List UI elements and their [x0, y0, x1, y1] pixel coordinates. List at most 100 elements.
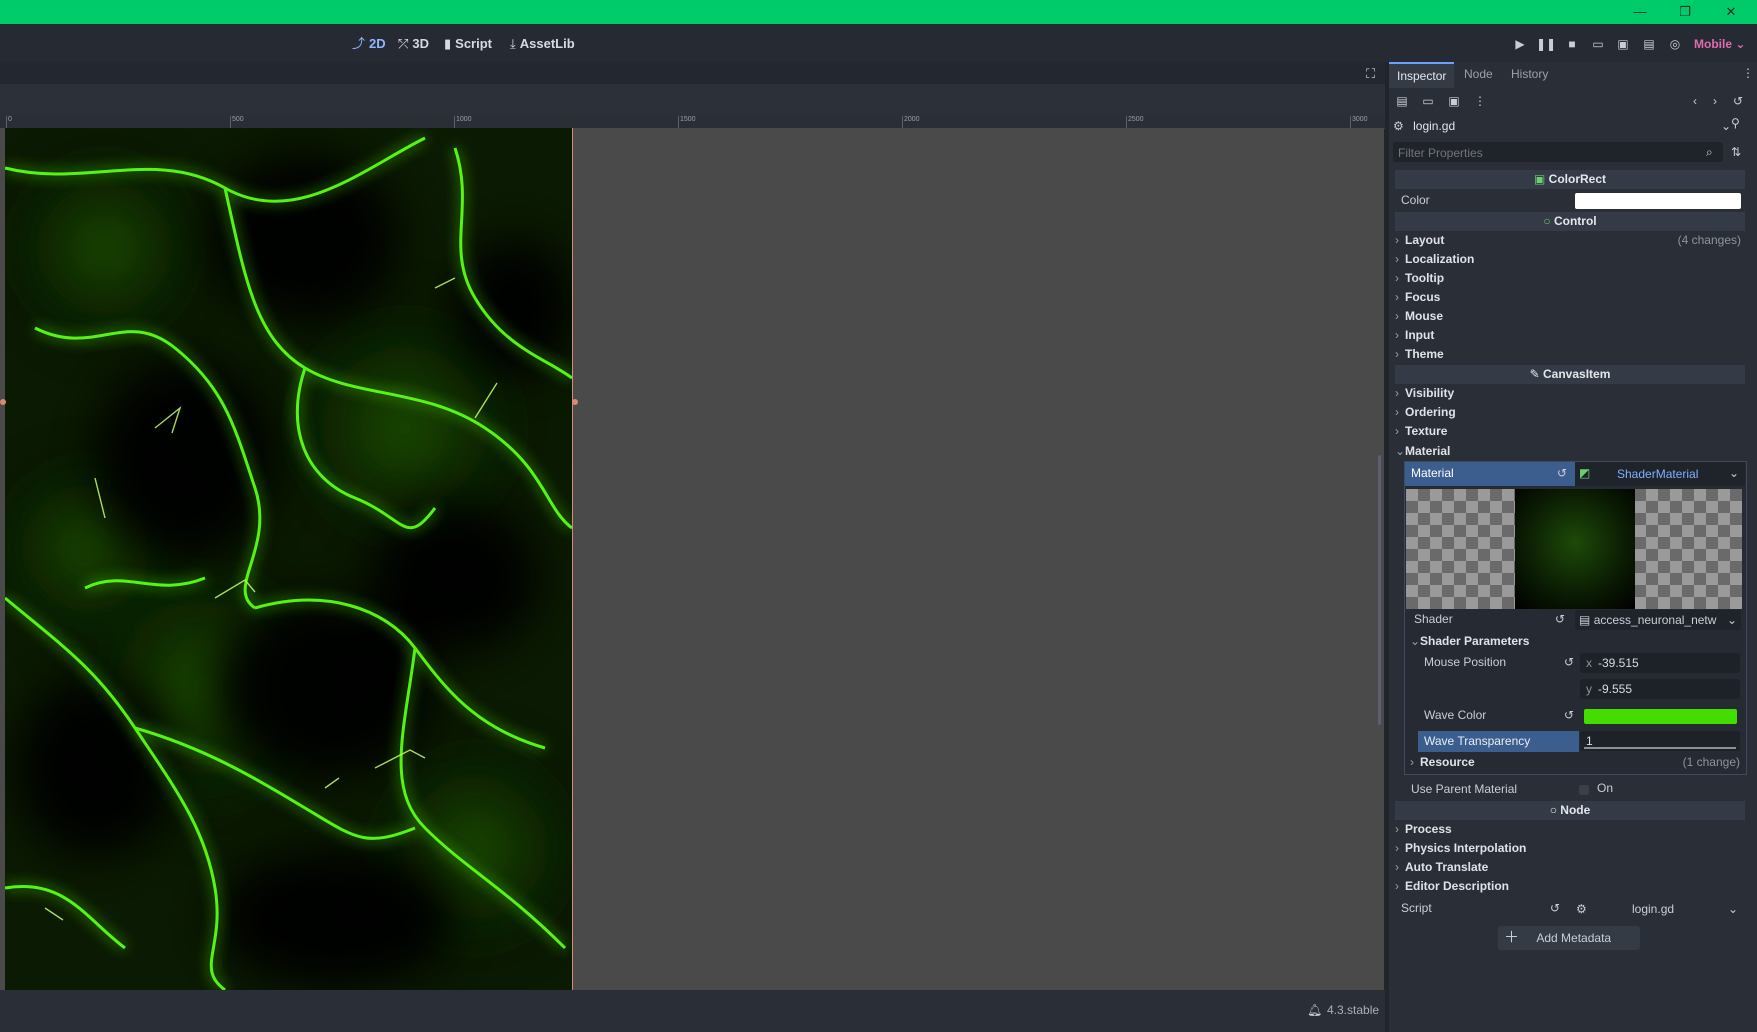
section-canvasitem: ✎ CanvasItem	[1395, 365, 1745, 384]
property-label: Wave Transparency	[1424, 734, 1531, 748]
chevron-down-icon: ⌄	[1395, 444, 1406, 458]
vertical-scrollbar[interactable]	[1378, 455, 1381, 725]
group-physics-interpolation[interactable]: › Physics Interpolation	[1395, 839, 1745, 858]
chevron-right-icon: ›	[1395, 309, 1399, 323]
property-label: Use Parent Material	[1411, 782, 1518, 796]
script-resource-picker[interactable]: ⚙ login.gd ⌄	[1574, 899, 1742, 919]
new-resource-icon[interactable]: ▤	[1393, 92, 1411, 110]
chevron-right-icon: ›	[1395, 386, 1399, 400]
open-folder-icon[interactable]: ▭	[1419, 92, 1437, 110]
tab-node[interactable]: Node	[1464, 62, 1493, 86]
use-parent-material-checkbox[interactable]	[1579, 785, 1589, 795]
shader-resource-picker[interactable]: ▤ access_neuronal_netw ⌄	[1575, 610, 1741, 630]
more-icon[interactable]: ⋮	[1471, 92, 1489, 110]
ruler-label: 2500	[1128, 116, 1144, 123]
sort-icon[interactable]: ⇅	[1731, 145, 1741, 159]
group-shader-parameters[interactable]: ⌄Shader Parameters	[1410, 632, 1740, 651]
property-label: Material	[1411, 466, 1454, 480]
history-icon[interactable]: ↺	[1729, 92, 1747, 110]
color-swatch[interactable]	[1575, 193, 1741, 209]
chevron-right-icon: ›	[1395, 405, 1399, 419]
renderer-selector[interactable]: Mobile ⌄	[1694, 34, 1745, 54]
group-input[interactable]: › Input	[1395, 326, 1745, 345]
chevron-right-icon: ›	[1395, 879, 1399, 893]
group-editor-description[interactable]: › Editor Description	[1395, 877, 1745, 896]
save-icon[interactable]: ▣	[1445, 92, 1463, 110]
group-resource[interactable]: › Resource (1 change)	[1410, 753, 1740, 772]
color-rect-shader-preview[interactable]	[5, 128, 573, 990]
stop-icon[interactable]: ■	[1562, 34, 1582, 54]
ruler-label: 500	[232, 116, 244, 123]
group-process[interactable]: › Process	[1395, 820, 1745, 839]
object-tools-icon[interactable]: ⚲	[1731, 116, 1740, 130]
main-toolbar	[0, 24, 1757, 62]
workspace-tab-script[interactable]: ▮ Script	[444, 33, 492, 55]
group-auto-translate[interactable]: › Auto Translate	[1395, 858, 1745, 877]
group-focus[interactable]: › Focus	[1395, 288, 1745, 307]
reset-icon[interactable]: ↺	[1564, 653, 1574, 672]
chevron-down-icon: ⌄	[1728, 466, 1739, 480]
object-selector[interactable]: ⚙ login.gd ⌄	[1393, 116, 1733, 136]
maximize-button[interactable]: ❐	[1675, 2, 1695, 22]
version-label: 4.3.stable	[1327, 1003, 1380, 1017]
group-tooltip[interactable]: › Tooltip	[1395, 269, 1745, 288]
plus-icon: ＋	[1504, 929, 1520, 946]
chevron-right-icon: ›	[1395, 328, 1399, 342]
close-button[interactable]: ✕	[1721, 2, 1741, 22]
chevron-right-icon: ›	[1395, 822, 1399, 836]
assetlib-icon: ⤓	[510, 36, 516, 51]
material-property-row: Material ↺	[1405, 462, 1575, 486]
group-ordering[interactable]: › Ordering	[1395, 403, 1745, 422]
dock-menu-icon[interactable]: ⋮	[1742, 66, 1754, 80]
section-colorrect: ▣ ColorRect	[1395, 170, 1745, 189]
reset-icon[interactable]: ↺	[1557, 466, 1567, 480]
play-custom-scene-icon[interactable]: ▤	[1639, 34, 1659, 54]
back-icon[interactable]: ‹	[1686, 92, 1704, 110]
resize-handle-left[interactable]	[0, 399, 6, 405]
axis-label: x	[1586, 656, 1592, 670]
pause-icon[interactable]: ❚❚	[1536, 34, 1556, 54]
ruler-label: 2000	[904, 116, 920, 123]
resize-handle-right[interactable]	[572, 399, 578, 405]
ruler-label: 3000	[1352, 116, 1368, 123]
add-metadata-button[interactable]: ＋ Add Metadata	[1498, 926, 1640, 950]
property-use-parent-material: Use Parent Material	[1404, 780, 1744, 799]
checkbox-label: On	[1597, 781, 1614, 795]
group-layout[interactable]: › Layout (4 changes)	[1395, 231, 1745, 250]
reset-icon[interactable]: ↺	[1564, 706, 1574, 725]
control-icon: ○	[1543, 214, 1551, 228]
axis-label: y	[1586, 682, 1592, 696]
wave-color-swatch[interactable]	[1584, 709, 1737, 724]
mouse-position-y-field[interactable]: y -9.555	[1580, 679, 1740, 699]
remote-debug-icon[interactable]: ▭	[1588, 34, 1608, 54]
workspace-tab-3d[interactable]: ⤱ 3D	[398, 33, 429, 55]
play-icon[interactable]: ▶	[1510, 34, 1530, 54]
workspace-tab-2d[interactable]: ⤴ 2D	[352, 33, 386, 55]
play-scene-icon[interactable]: ▣	[1613, 34, 1633, 54]
material-resource-picker[interactable]: ◩ ShaderMaterial ⌄	[1575, 462, 1745, 486]
group-mouse[interactable]: › Mouse	[1395, 307, 1745, 326]
3d-icon: ⤱	[398, 36, 409, 51]
colorrect-icon: ▣	[1533, 172, 1546, 186]
group-localization[interactable]: › Localization	[1395, 250, 1745, 269]
fullscreen-icon[interactable]: ⛶	[1366, 66, 1375, 82]
tab-inspector[interactable]: Inspector	[1389, 62, 1455, 88]
workspace-tab-assetlib[interactable]: ⤓ AssetLib	[510, 33, 575, 55]
reset-icon[interactable]: ↺	[1555, 610, 1565, 629]
group-theme[interactable]: › Theme	[1395, 345, 1745, 364]
filter-properties-input[interactable]	[1396, 143, 1700, 163]
ruler-label: 1500	[680, 116, 696, 123]
chevron-right-icon: ›	[1395, 860, 1399, 874]
chevron-right-icon: ›	[1395, 252, 1399, 266]
wave-transparency-slider[interactable]: 1	[1580, 731, 1740, 751]
group-material[interactable]: ⌄Material	[1395, 442, 1745, 461]
tab-history[interactable]: History	[1511, 62, 1548, 86]
minimize-button[interactable]: —	[1630, 2, 1650, 22]
bell-icon[interactable]: 🔔︎	[1307, 1003, 1322, 1017]
group-texture[interactable]: › Texture	[1395, 422, 1745, 441]
group-visibility[interactable]: › Visibility	[1395, 384, 1745, 403]
movie-maker-icon[interactable]: ◎	[1665, 34, 1685, 54]
forward-icon[interactable]: ›	[1706, 92, 1724, 110]
reset-icon[interactable]: ↺	[1550, 901, 1560, 915]
mouse-position-x-field[interactable]: x -39.515	[1580, 653, 1740, 673]
